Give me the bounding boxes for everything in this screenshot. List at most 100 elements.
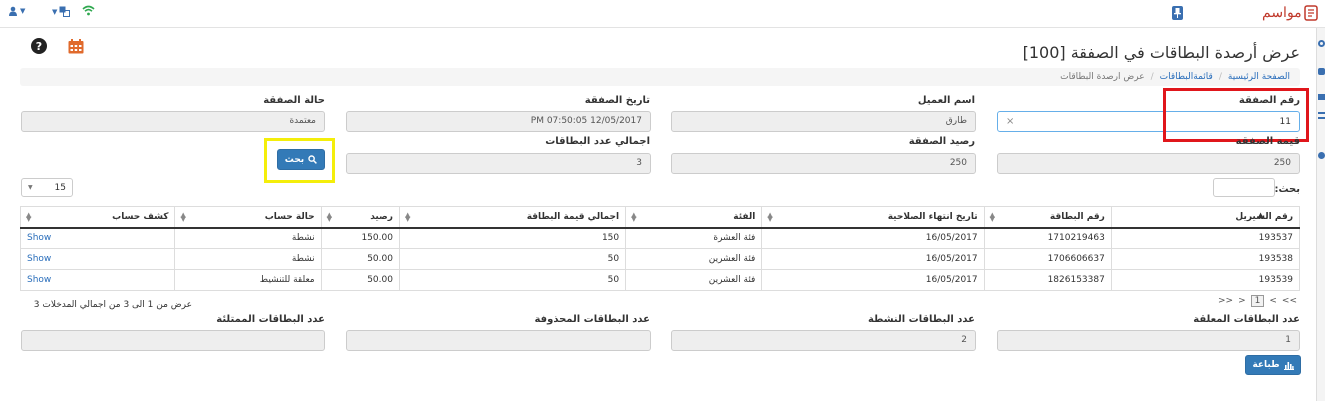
cell-expiry-date: 16/05/2017 [761, 248, 985, 270]
column-serial[interactable]: رقم السيريل ▲ [1110, 206, 1301, 229]
page-title: عرض أرصدة البطاقات في الصفقة [100] [1022, 43, 1300, 62]
cell-account-status: نشطة [174, 227, 322, 249]
cell-total-value: 50 [398, 269, 627, 291]
pagination: >> > 1 < << [1218, 295, 1297, 307]
breadcrumb-separator: / [1218, 72, 1222, 82]
chevron-down-icon: ▼ [28, 184, 33, 191]
sidebar-icon-3[interactable] [1318, 94, 1325, 100]
brand-logo[interactable]: مواسم [1262, 2, 1320, 24]
sidebar-icon-4[interactable] [1318, 112, 1325, 119]
cell-card-number: 1710219463 [983, 227, 1112, 249]
used-cards-field [21, 330, 325, 351]
total-cards-label: اجمالي عدد البطاقات [545, 136, 650, 147]
deal-date-label: تاريخ الصفقة [584, 95, 650, 106]
sidebar-icon-2[interactable] [1318, 68, 1325, 75]
sidebar-icon-5[interactable] [1318, 152, 1325, 159]
suspended-cards-field: 1 [997, 330, 1300, 351]
column-card-number[interactable]: رقم البطاقة ▲ ▼ [983, 206, 1112, 229]
cell-card-number: 1826153387 [983, 269, 1112, 291]
sidebar-icon-1[interactable] [1318, 40, 1325, 47]
logo-mark-icon [1303, 5, 1318, 21]
user-menu[interactable]: ▼ [8, 6, 25, 16]
table-search-input[interactable] [1213, 178, 1275, 197]
sort-icon: ▲ ▼ [767, 211, 773, 223]
active-cards-field: 2 [671, 330, 976, 351]
cell-category: فئة العشرين [625, 248, 763, 270]
suspended-cards-label: عدد البطاقات المعلقة [1193, 314, 1300, 325]
search-button-label: بحث [284, 154, 305, 165]
clear-icon[interactable]: × [1006, 116, 1014, 127]
page-size-value: 15 [54, 182, 66, 193]
deleted-cards-label: عدد البطاقات المحذوفة [534, 314, 650, 325]
sort-icon: ▲ ▼ [631, 211, 637, 223]
deal-status-field: معتمدة [21, 111, 325, 132]
search-icon [308, 155, 318, 164]
show-statement-link[interactable]: Show [19, 269, 176, 291]
deal-date-field: PM 07:50:05 12/05/2017 [346, 111, 651, 132]
deal-value-label: قيمة الصفقة [1235, 136, 1300, 147]
pagination-prev[interactable]: < [1269, 296, 1277, 306]
wifi-icon[interactable] [82, 5, 95, 19]
search-button[interactable]: بحث [277, 149, 325, 170]
cell-serial: 193539 [1110, 269, 1301, 291]
cards-table: رقم السيريل ▲ رقم البطاقة ▲ ▼ تاريخ انتهاء … [19, 206, 1301, 291]
show-statement-link[interactable]: Show [19, 248, 176, 270]
print-button-label: طباعة [1252, 360, 1280, 370]
pin-icon[interactable] [1172, 6, 1183, 20]
column-expiry-date[interactable]: تاريخ انتهاء الصلاحية ▲ ▼ [761, 206, 985, 229]
pagination-next[interactable]: > [1238, 296, 1246, 306]
column-statement[interactable]: كشف حساب ▲ ▼ [19, 206, 176, 229]
deal-status-label: حالة الصفقة [263, 95, 325, 106]
table-row: 193538 1706606637 16/05/2017 فئة العشرين… [19, 248, 1301, 270]
pagination-last[interactable]: >> [1218, 296, 1233, 306]
column-balance[interactable]: رصيد ▲ ▼ [320, 206, 400, 229]
right-sidebar[interactable] [1316, 28, 1325, 401]
breadcrumb-separator: / [1150, 72, 1154, 82]
used-cards-label: عدد البطاقات الممتلئة [216, 314, 325, 325]
deleted-cards-field [346, 330, 651, 351]
calendar-icon[interactable] [68, 39, 84, 57]
pagination-current[interactable]: 1 [1250, 295, 1265, 307]
top-bar: ▼ ▼ مواسم [0, 0, 1325, 28]
cell-category: فئة العشرة [625, 227, 763, 249]
deal-balance-field: 250 [671, 153, 976, 174]
customer-name-label: اسم العميل [917, 95, 975, 106]
page-size-select[interactable]: ▼ 15 [21, 178, 73, 197]
pagination-first[interactable]: << [1282, 296, 1297, 306]
sort-icon: ▲ ▼ [180, 211, 186, 223]
breadcrumb-home[interactable]: الصفحة الرئيسية [1228, 72, 1290, 82]
language-menu[interactable]: ▼ [52, 6, 71, 17]
help-icon[interactable]: ? [31, 38, 47, 54]
table-row: 193537 1710219463 16/05/2017 فئة العشرة … [19, 227, 1301, 249]
breadcrumb-current: عرض ارصدة البطاقات [1060, 72, 1145, 82]
breadcrumb-cards-list[interactable]: قائمةالبطاقات [1160, 72, 1213, 82]
total-cards-field: 3 [346, 153, 651, 174]
table-row: 193539 1826153387 16/05/2017 فئة العشرين… [19, 269, 1301, 291]
user-icon [9, 6, 17, 16]
caret-down-icon: ▼ [52, 7, 58, 16]
print-button[interactable]: طباعة [1245, 355, 1301, 375]
customer-name-field: طارق [671, 111, 976, 132]
highlight-deal-number [1163, 88, 1309, 142]
cell-account-status: معلقة للتنشيط [174, 269, 322, 291]
column-category[interactable]: الفئة ▲ ▼ [625, 206, 763, 229]
active-cards-label: عدد البطاقات النشطة [867, 314, 975, 325]
deal-balance-label: رصيد الصفقة [908, 136, 975, 147]
breadcrumb: الصفحة الرئيسية / قائمةالبطاقات / عرض ار… [20, 68, 1300, 86]
cell-expiry-date: 16/05/2017 [761, 227, 985, 249]
cell-total-value: 50 [398, 248, 627, 270]
sort-icon: ▲ ▼ [989, 211, 996, 223]
table-info: عرض من 1 الى 3 من اجمالي المدخلات 3 [33, 300, 192, 310]
cell-balance: 150.00 [320, 227, 400, 249]
show-statement-link[interactable]: Show [19, 227, 176, 249]
sort-asc-icon: ▲ [1257, 211, 1264, 219]
column-total-value[interactable]: اجمالي قيمة البطاقة ▲ ▼ [398, 206, 627, 229]
cell-total-value: 150 [398, 227, 627, 249]
cell-card-number: 1706606637 [983, 248, 1112, 270]
cell-balance: 50.00 [320, 248, 400, 270]
sort-icon: ▲ ▼ [404, 211, 411, 223]
column-account-status[interactable]: حالة حساب ▲ ▼ [174, 206, 322, 229]
sort-icon: ▲ ▼ [326, 211, 333, 223]
cell-serial: 193537 [1110, 227, 1301, 249]
deal-value-field: 250 [997, 153, 1300, 174]
